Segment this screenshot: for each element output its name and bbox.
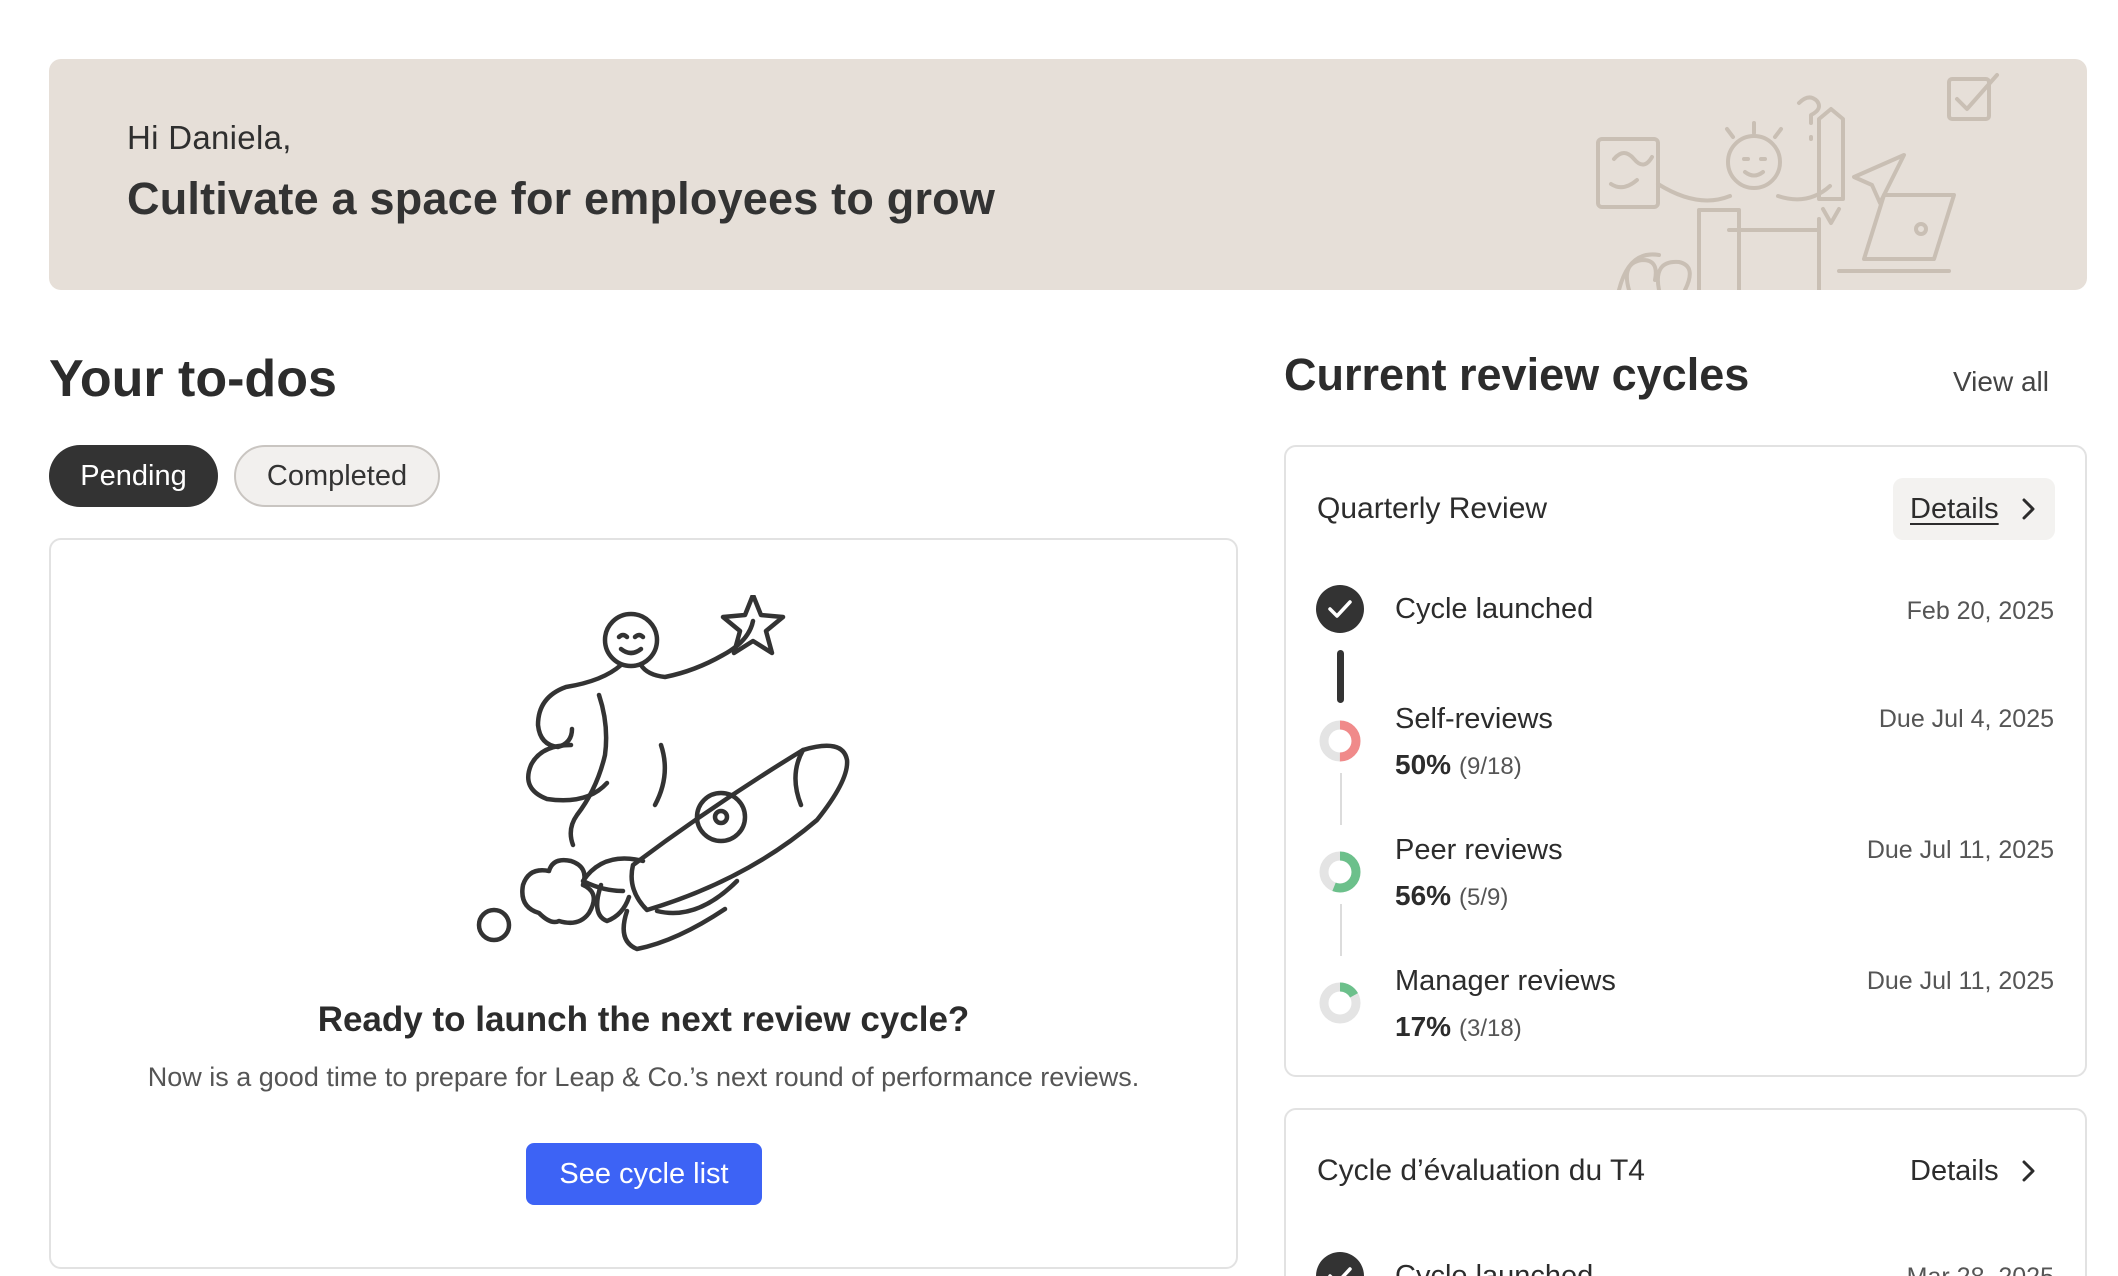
banner-illustration [1596,73,1999,290]
step-date: Due Jul 11, 2025 [1866,967,2054,995]
tab-pending[interactable]: Pending [49,445,218,507]
timeline-connector [1340,773,1342,825]
see-cycle-list-button[interactable]: See cycle list [526,1143,762,1205]
banner-title: Cultivate a space for employees to grow [127,173,996,224]
step-progress: 50% (9/18) [1395,749,1522,781]
step-title: Peer reviews [1395,834,1563,866]
step-count: (3/18) [1459,1015,1522,1042]
tab-completed[interactable]: Completed [234,445,440,507]
step-date: Mar 28, 2025 [1907,1263,2054,1276]
timeline-connector [1340,904,1342,956]
timeline-connector [1337,650,1344,703]
cycle-name: Quarterly Review [1317,492,1548,525]
check-circle-icon [1316,1252,1364,1276]
step-date: Due Jul 11, 2025 [1866,836,2054,864]
details-label: Details [1910,1154,1999,1187]
banner-greeting: Hi Daniela, [127,119,292,156]
cycle-details-button[interactable]: Details [1893,478,2055,540]
step-count: (5/9) [1459,884,1509,911]
progress-ring-icon [1319,982,1361,1024]
progress-ring-icon [1319,851,1361,893]
step-title: Manager reviews [1395,965,1616,997]
step-title: Cycle launched [1395,593,1594,625]
step-progress: 17% (3/18) [1395,1011,1522,1043]
tab-pending-label: Pending [80,459,187,492]
chevron-right-icon [2022,1160,2035,1182]
step-progress: 56% (5/9) [1395,880,1508,912]
chevron-right-icon [2022,498,2035,520]
step-percent: 56% [1395,880,1452,911]
step-title: Cycle launched [1395,1260,1594,1276]
step-date: Feb 20, 2025 [1906,597,2054,625]
empty-state-description: Now is a good time to prepare for Leap &… [147,1062,1140,1092]
check-circle-icon [1316,585,1364,633]
step-count: (9/18) [1459,753,1522,780]
step-date: Due Jul 4, 2025 [1878,705,2054,733]
see-cycle-list-label: See cycle list [559,1157,729,1190]
todos-empty-state-card: Ready to launch the next review cycle? N… [49,538,1238,1269]
todos-title: Your to-dos [49,350,337,408]
cycle-name: Cycle d’évaluation du T4 [1317,1154,1645,1187]
review-cycle-card: Quarterly Review Details Cycle launched … [1284,445,2087,1077]
rocket-illustration [476,595,850,952]
tab-completed-label: Completed [266,459,408,492]
step-title: Self-reviews [1395,703,1553,735]
progress-ring-icon [1319,720,1361,762]
step-percent: 50% [1395,749,1452,780]
step-percent: 17% [1395,1011,1452,1042]
cycle-details-button[interactable]: Details [1893,1140,2055,1202]
empty-state-title: Ready to launch the next review cycle? [317,1000,970,1039]
details-label: Details [1910,492,1999,525]
review-cycles-title: Current review cycles [1284,349,1750,400]
view-all-link[interactable]: View all [1953,366,2049,398]
review-cycle-card: Cycle d’évaluation du T4 Details Cycle l… [1284,1108,2087,1276]
welcome-banner: Hi Daniela, Cultivate a space for employ… [49,59,2087,290]
